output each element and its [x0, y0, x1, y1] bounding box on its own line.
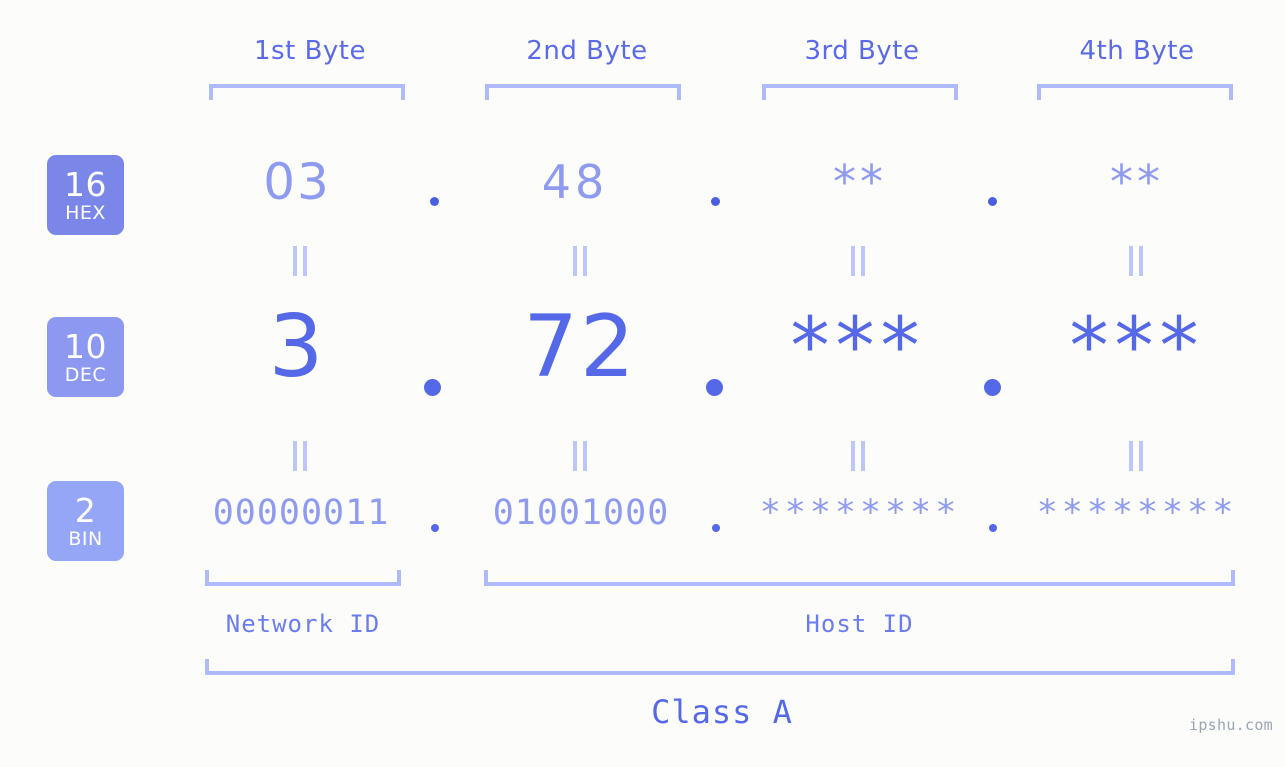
- equals-separator-dec-bin-4: [1129, 441, 1143, 471]
- bin-byte-4: ********: [1036, 493, 1238, 533]
- host-id-bracket: [484, 570, 1235, 586]
- hex-byte-1: 03: [263, 153, 331, 211]
- class-bracket: [205, 659, 1235, 675]
- bin-dot-1: [431, 524, 439, 532]
- base-badge-hex-name: HEX: [65, 201, 106, 224]
- byte-bracket-2: [485, 84, 681, 100]
- dec-byte-1: 3: [268, 297, 326, 397]
- dec-dot-1: [424, 379, 441, 396]
- base-badge-dec-name: DEC: [64, 363, 107, 386]
- hex-byte-2: 48: [541, 155, 609, 209]
- byte-bracket-3: [762, 84, 958, 100]
- host-id-label: Host ID: [805, 610, 914, 638]
- bin-byte-1: 00000011: [212, 493, 390, 533]
- dec-byte-4: ***: [1069, 302, 1205, 392]
- equals-separator-hex-dec-2: [573, 246, 587, 276]
- base-badge-bin-name: BIN: [68, 527, 103, 550]
- equals-separator-dec-bin-2: [573, 441, 587, 471]
- hex-byte-3: **: [833, 155, 887, 209]
- dec-dot-2: [706, 379, 723, 396]
- byte-header-2: 2nd Byte: [526, 36, 648, 66]
- equals-separator-hex-dec-1: [293, 246, 307, 276]
- equals-separator-hex-dec-3: [851, 246, 865, 276]
- bin-byte-3: ********: [759, 493, 961, 533]
- dec-byte-3: ***: [790, 302, 926, 392]
- base-badge-bin-number: 2: [74, 490, 97, 530]
- network-id-bracket: [205, 570, 401, 586]
- hex-byte-4: **: [1110, 155, 1164, 209]
- base-badge-hex[interactable]: 16 HEX: [47, 155, 124, 235]
- byte-header-4: 4th Byte: [1079, 36, 1195, 66]
- bin-dot-2: [712, 524, 720, 532]
- equals-separator-hex-dec-4: [1129, 246, 1143, 276]
- bin-byte-2: 01001000: [492, 493, 670, 533]
- dec-byte-2: 72: [523, 297, 637, 397]
- bin-dot-3: [989, 524, 997, 532]
- hex-dot-3: [988, 197, 997, 206]
- hex-dot-2: [711, 197, 720, 206]
- network-id-label: Network ID: [225, 610, 381, 638]
- byte-header-3: 3rd Byte: [804, 36, 920, 66]
- ip-byte-diagram: 1st Byte 2nd Byte 3rd Byte 4th Byte 16 H…: [0, 0, 1285, 767]
- base-badge-dec[interactable]: 10 DEC: [47, 317, 124, 397]
- class-label: Class A: [651, 693, 793, 731]
- site-watermark: ipshu.com: [1189, 716, 1273, 734]
- base-badge-dec-number: 10: [64, 326, 107, 366]
- byte-bracket-4: [1037, 84, 1233, 100]
- base-badge-bin[interactable]: 2 BIN: [47, 481, 124, 561]
- hex-dot-1: [430, 197, 439, 206]
- dec-dot-3: [984, 379, 1001, 396]
- base-badge-hex-number: 16: [64, 164, 107, 204]
- byte-header-1: 1st Byte: [254, 36, 366, 66]
- byte-bracket-1: [209, 84, 405, 100]
- equals-separator-dec-bin-1: [293, 441, 307, 471]
- equals-separator-dec-bin-3: [851, 441, 865, 471]
